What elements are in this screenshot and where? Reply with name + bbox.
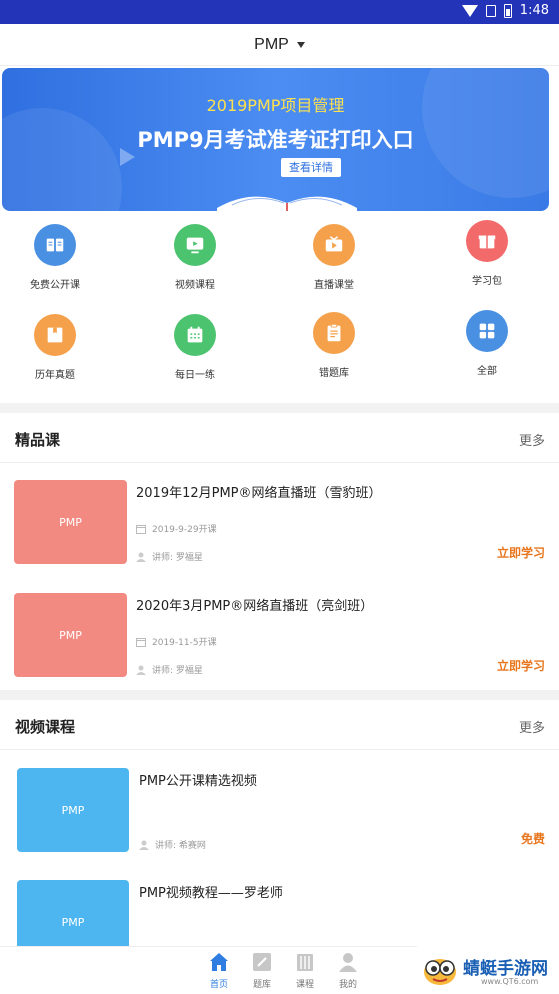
dragonfly-logo-icon	[424, 959, 456, 985]
grid-label: 免费公开课	[30, 280, 80, 291]
grid-label: 每日一练	[175, 370, 215, 381]
video-teacher: 讲师: 希赛网	[139, 838, 206, 851]
user-icon	[139, 840, 149, 850]
exam-title: PMP	[254, 35, 289, 53]
free-badge[interactable]: 免费	[521, 830, 545, 847]
promo-banner[interactable]: 2019PMP项目管理 PMP9月考试准考证打印入口 查看详情	[2, 68, 549, 211]
video-title: PMP公开课精选视频	[139, 774, 257, 789]
user-icon	[136, 665, 146, 675]
edit-icon	[253, 953, 271, 971]
course-thumbnail: PMP	[14, 593, 127, 677]
grid-item-past-exams[interactable]: 历年真题	[0, 314, 110, 381]
grid-item-live-class[interactable]: 直播课堂	[279, 224, 389, 291]
more-link[interactable]: 更多	[519, 717, 545, 736]
site-watermark: 蜻蜓手游网 www.QT6.com	[417, 946, 559, 994]
course-teacher: 讲师: 罗福星	[136, 663, 203, 676]
status-bar: 1:48	[0, 0, 559, 24]
user-icon	[339, 953, 357, 972]
watermark-url: www.QT6.com	[481, 977, 539, 986]
grid-label: 全部	[477, 366, 497, 377]
grid-item-all[interactable]: 全部	[432, 310, 542, 377]
section-title: 精品课	[15, 431, 61, 449]
nav-question-bank[interactable]: 题库	[242, 951, 282, 990]
exam-selector[interactable]: PMP	[0, 24, 559, 66]
nav-label: 我的	[338, 980, 357, 990]
video-icon	[174, 224, 216, 266]
course-date: 2019-9-29开课	[136, 522, 217, 535]
grid-label: 学习包	[472, 276, 502, 287]
nav-label: 题库	[252, 980, 271, 990]
caret-down-icon	[296, 41, 305, 48]
box-icon	[34, 314, 76, 356]
library-icon	[297, 954, 313, 971]
user-icon	[136, 552, 146, 562]
battery-icon	[503, 3, 512, 18]
course-card[interactable]: PMP 2020年3月PMP®网络直播班（亮剑班） 2019-11-5开课 讲师…	[0, 579, 559, 691]
status-time: 1:48	[519, 3, 549, 18]
grid-label: 错题库	[319, 368, 349, 379]
gift-icon	[466, 220, 508, 262]
status-icons: 1:48	[461, 3, 549, 18]
nav-label: 课程	[295, 980, 314, 990]
section-title: 视频课程	[15, 718, 76, 736]
open-book-icon	[217, 196, 357, 211]
video-thumbnail: PMP	[17, 880, 129, 946]
course-title: 2019年12月PMP®网络直播班（雪豹班）	[136, 486, 382, 501]
wifi-icon	[461, 4, 478, 17]
calendar-icon	[174, 314, 216, 356]
start-learning-button[interactable]: 立即学习	[497, 544, 545, 561]
video-title: PMP视频教程——罗老师	[139, 886, 283, 901]
grid-item-mistake-bank[interactable]: 错题库	[279, 312, 389, 379]
nav-label: 首页	[209, 980, 228, 990]
more-link[interactable]: 更多	[519, 430, 545, 449]
nav-profile[interactable]: 我的	[328, 951, 368, 990]
course-title: 2020年3月PMP®网络直播班（亮剑班）	[136, 599, 374, 614]
video-thumbnail: PMP	[17, 768, 129, 852]
book-icon	[34, 224, 76, 266]
nav-home[interactable]: 首页	[199, 951, 239, 990]
video-section-header: 视频课程 更多	[0, 700, 559, 750]
grid-item-video-course[interactable]: 视频课程	[140, 224, 250, 291]
calendar-icon	[136, 637, 146, 647]
watermark-text: 蜻蜓手游网	[463, 959, 548, 979]
banner-subtitle: 2019PMP项目管理	[206, 96, 345, 115]
clipboard-icon	[313, 312, 355, 354]
section-divider	[0, 403, 559, 413]
apps-icon	[466, 310, 508, 352]
home-icon	[210, 953, 228, 971]
calendar-icon	[136, 524, 146, 534]
start-learning-button[interactable]: 立即学习	[497, 657, 545, 674]
video-card[interactable]: PMP PMP视频教程——罗老师	[0, 866, 559, 946]
quick-entry-grid: 免费公开课 视频课程 直播课堂 学习包 历年真题 每日一练 错题库 全部	[0, 218, 559, 398]
sim-icon	[485, 4, 496, 17]
course-thumbnail: PMP	[14, 480, 127, 564]
grid-item-daily-practice[interactable]: 每日一练	[140, 314, 250, 381]
grid-label: 直播课堂	[314, 280, 354, 291]
banner-details-button[interactable]: 查看详情	[281, 158, 341, 177]
tv-icon	[313, 224, 355, 266]
grid-label: 视频课程	[175, 280, 215, 291]
grid-label: 历年真题	[35, 370, 75, 381]
banner-title: PMP9月考试准考证打印入口	[137, 128, 414, 152]
premium-section-header: 精品课 更多	[0, 413, 559, 463]
video-card[interactable]: PMP PMP公开课精选视频 讲师: 希赛网 免费	[0, 754, 559, 866]
course-teacher: 讲师: 罗福星	[136, 550, 203, 563]
grid-item-study-pack[interactable]: 学习包	[432, 220, 542, 287]
course-card[interactable]: PMP 2019年12月PMP®网络直播班（雪豹班） 2019-9-29开课 讲…	[0, 466, 559, 578]
section-divider	[0, 690, 559, 700]
grid-item-free-class[interactable]: 免费公开课	[0, 224, 110, 291]
nav-courses[interactable]: 课程	[285, 951, 325, 990]
course-date: 2019-11-5开课	[136, 635, 217, 648]
